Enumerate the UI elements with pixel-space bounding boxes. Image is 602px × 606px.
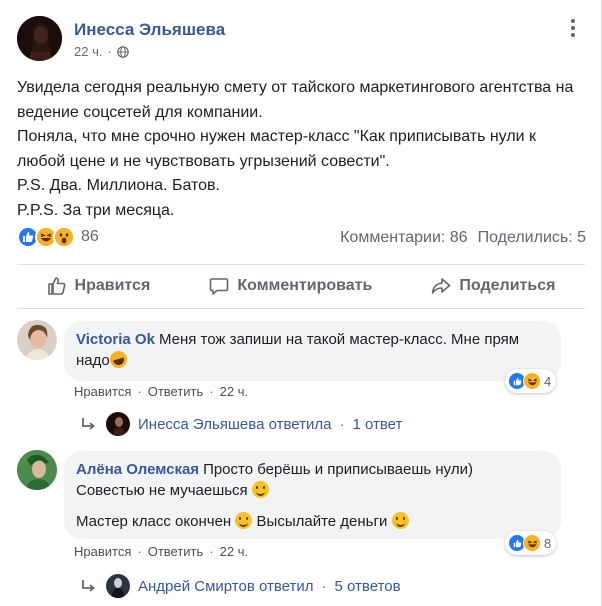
more-icon[interactable] [563,18,583,38]
comment-actions: Нравится · Ответить · 22 ч. [74,384,248,399]
comment-reply-link[interactable]: Ответить [148,544,204,559]
reply-arrow-icon [82,580,95,592]
separator: · [321,577,327,595]
comment-actions: Нравится · Ответить · 22 ч. [74,544,248,559]
feed-post: Инесса Эльяшева 22 ч. · Увидела сегодня … [0,0,602,606]
haha-reaction-icon [523,534,541,552]
like-icon [47,277,65,295]
replier-avatar [106,574,130,598]
globe-icon[interactable] [117,45,129,58]
separator: · [137,544,142,559]
post-stats: Комментарии: 86 Поделились: 5 [340,229,586,247]
replies-count: 1 ответ [352,415,403,433]
comment-reply-link[interactable]: Ответить [148,384,204,399]
replier-avatar [106,412,130,436]
haha-reaction-icon [523,372,541,390]
post-paragraph: P.S. Два. Миллиона. Батов. [17,177,220,194]
separator: · [339,415,345,433]
post-meta: 22 ч. · [74,44,129,59]
commenter-avatar[interactable] [17,450,57,490]
comment-reactions[interactable]: 8 [505,531,557,555]
comment-icon [210,278,229,295]
commenter-avatar[interactable] [17,320,57,360]
comment-text: Мастер класс окончен [76,513,232,530]
post-timestamp[interactable]: 22 ч. [74,44,102,59]
comment-timestamp[interactable]: 22 ч. [220,544,248,559]
replied-by-label: Инесса Эльяшева ответила [138,415,332,433]
reactions-count[interactable]: 86 [81,228,99,246]
separator: · [209,544,214,559]
wow-reaction-icon [53,226,75,248]
reply-arrow-icon [82,418,95,430]
replied-by-label: Андрей Смиртов ответил [138,577,314,595]
smile-emoji-icon [391,512,409,529]
comments-count-link[interactable]: Комментарии: 86 [340,229,467,247]
separator: · [137,384,142,399]
comment-like-link[interactable]: Нравится [74,384,131,399]
comment-bubble: Victoria Ok Меня тож запиши на такой маст… [64,321,561,381]
separator: · [209,384,214,399]
share-button-label: Поделиться [459,277,556,294]
author-avatar[interactable] [17,16,62,61]
comment-button[interactable]: Комментировать [209,276,372,296]
like-button-label: Нравится [74,277,151,294]
post-paragraph: Поняла, что мне срочно нужен мастер-клас… [17,128,537,170]
view-replies-link[interactable]: Андрей Смиртов ответил · 5 ответов [80,574,401,598]
comment-bubble: Алёна Олемская Просто берёшь и приписывае… [64,451,561,539]
comment-author[interactable]: Victoria Ok [76,331,155,348]
comment-text: Высылайте деньги [256,513,388,530]
comment-reactions[interactable]: 4 [505,369,557,393]
comment-reaction-count: 8 [544,535,552,551]
like-button[interactable]: Нравится [47,276,151,296]
view-replies-link[interactable]: Инесса Эльяшева ответила · 1 ответ [80,412,402,436]
comment-reaction-count: 4 [544,373,552,389]
replies-count: 5 ответов [334,577,401,595]
shares-count-link[interactable]: Поделились: 5 [478,229,586,247]
comment-author[interactable]: Алёна Олемская [76,461,199,478]
smile-emoji-icon [251,481,269,498]
divider [17,264,585,265]
post-text: Увидела сегодня реальную смету от тайско… [17,76,587,223]
post-paragraph: P.P.S. За три месяца. [17,201,175,219]
smile-emoji-icon [235,512,253,529]
share-button[interactable]: Поделиться [431,276,555,296]
laughing-emoji-icon [107,349,129,370]
comment-text: Совестью не мучаешься [76,482,248,499]
meta-separator: · [107,44,112,59]
comment-text: Просто берёшь и приписываешь нули) [203,461,473,478]
comment-text: Меня тож запиши на такой мастер-класс. М… [158,331,520,348]
post-action-bar: Нравится Комментировать Поделиться [17,266,585,306]
share-icon [432,278,451,294]
post-author-name[interactable]: Инесса Эльяшева [74,20,225,40]
comment-like-link[interactable]: Нравится [74,544,131,559]
comment-timestamp[interactable]: 22 ч. [220,384,248,399]
reactions-summary[interactable]: 86 [17,226,99,248]
post-paragraph: Увидела сегодня реальную смету от тайско… [17,79,574,121]
comment-button-label: Комментировать [237,277,373,294]
divider [17,308,585,309]
comment-text: надо [76,352,110,369]
